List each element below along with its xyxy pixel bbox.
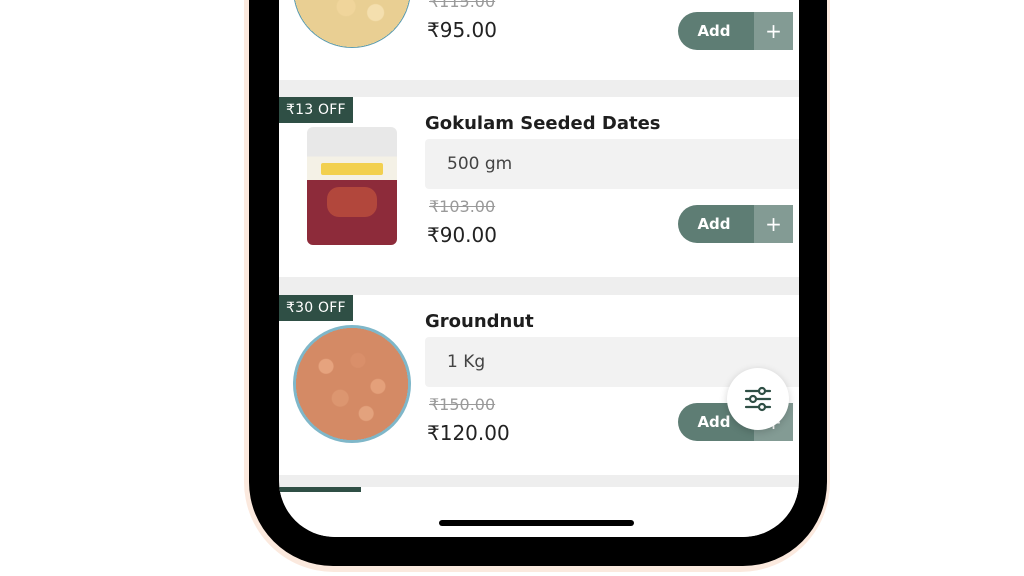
app-screen: ₹115.00 ₹95.00 Add + ₹13 OFF Gokulam See… (279, 0, 799, 537)
home-indicator[interactable] (439, 520, 634, 526)
product-mrp: ₹150.00 (429, 395, 496, 414)
package-label (321, 163, 383, 175)
add-to-cart-button[interactable]: Add + (678, 205, 793, 243)
plus-icon[interactable]: + (754, 205, 793, 243)
discount-badge: ₹30 OFF (279, 295, 353, 321)
add-button-label: Add (697, 22, 731, 40)
sliders-icon (744, 386, 772, 412)
product-price: ₹95.00 (427, 18, 497, 42)
product-price: ₹90.00 (427, 223, 497, 247)
filter-button[interactable] (727, 368, 789, 430)
product-card: ₹30 OFF Groundnut 1 Kg ₹150.00 ₹120.00 A… (279, 295, 799, 475)
variant-selector[interactable]: 500 gm (425, 139, 799, 189)
product-card (279, 487, 799, 537)
product-image-groundnut[interactable] (293, 325, 411, 443)
product-name[interactable]: Groundnut (425, 311, 534, 332)
product-image-cashew[interactable] (293, 0, 411, 48)
product-price: ₹120.00 (427, 421, 510, 445)
product-card: ₹13 OFF Gokulam Seeded Dates 500 gm ₹103… (279, 97, 799, 277)
add-to-cart-button[interactable]: Add + (678, 12, 793, 50)
product-name[interactable]: Gokulam Seeded Dates (425, 113, 661, 134)
product-card: ₹115.00 ₹95.00 Add + (279, 0, 799, 80)
product-mrp: ₹103.00 (429, 197, 496, 216)
add-button-label: Add (697, 215, 731, 233)
plus-icon[interactable]: + (754, 12, 793, 50)
product-image-dates[interactable] (307, 127, 397, 245)
discount-badge: ₹13 OFF (279, 97, 353, 123)
discount-badge-partial (279, 487, 361, 492)
product-mrp: ₹115.00 (429, 0, 496, 11)
package-fruit-graphic (327, 187, 377, 217)
